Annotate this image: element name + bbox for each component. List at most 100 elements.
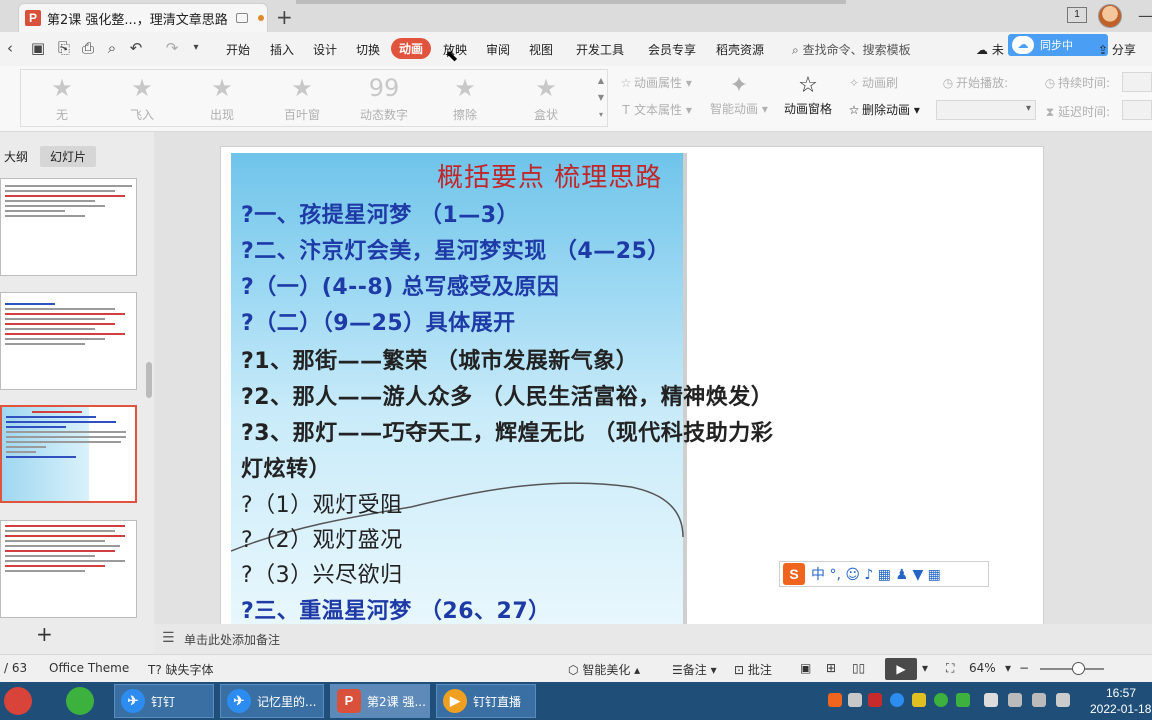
cloud-status-label: 未 [991, 43, 1004, 57]
menu-insert[interactable]: 插入 [270, 41, 294, 58]
duration-input[interactable] [1122, 72, 1152, 92]
command-search[interactable]: ⌕ 查找命令、搜索模板 [792, 41, 911, 58]
animation-pane-button[interactable]: ☆ 动画窗格 [784, 72, 832, 117]
duration-label: ◷ 持续时间: [1042, 74, 1110, 91]
taskbar-app-live[interactable]: ▶ 钉钉直播 [436, 684, 536, 718]
delay-input[interactable] [1122, 100, 1152, 120]
minimize-icon[interactable]: — [1138, 6, 1152, 25]
taskbar-app-memory[interactable]: ✈ 记忆里的... [220, 684, 324, 718]
grid-view-icon[interactable]: ⊞ [826, 661, 836, 675]
cloud-status[interactable]: ☁ 未 [976, 41, 1004, 58]
delete-animation-button[interactable]: ☆ 删除动画 ▾ [846, 101, 920, 118]
new-tab-button[interactable]: + [276, 5, 293, 29]
avatar[interactable] [1098, 4, 1122, 28]
panel-scrollbar[interactable] [146, 362, 152, 398]
slide-thumbnail-4[interactable] [0, 520, 137, 618]
sogou-tray-icon[interactable] [828, 693, 842, 707]
start-play-select[interactable]: ▾ [936, 100, 1036, 120]
text-properties-button[interactable]: T 文本属性 ▾ [618, 101, 692, 118]
device-tray-icon[interactable] [984, 693, 998, 707]
zoom-options-icon[interactable]: ▾ [1005, 661, 1011, 675]
tray-icon-5[interactable] [912, 693, 926, 707]
fit-window-icon[interactable]: ⛶ [946, 661, 954, 676]
missing-font-button[interactable]: T? 缺失字体 [148, 661, 214, 678]
tray-icon-7[interactable] [956, 693, 970, 707]
notes-placeholder[interactable]: 单击此处添加备注 [184, 631, 280, 648]
clock-time[interactable]: 16:57 [1106, 686, 1136, 700]
smart-animation-button[interactable]: ✦ 智能动画 ▾ [710, 72, 768, 117]
effect-box[interactable]: ★ 盒状 [511, 74, 581, 123]
notes-icon: ☰ [162, 630, 175, 646]
menu-design[interactable]: 设计 [313, 41, 337, 58]
notes-toggle-button[interactable]: ☰备注 ▾ [672, 661, 717, 678]
window-count-badge[interactable]: 1 [1067, 7, 1087, 23]
add-slide-button[interactable]: + [36, 622, 53, 646]
volume-muted-icon[interactable] [1008, 693, 1022, 707]
animation-brush-button[interactable]: ✧ 动画刷 [846, 74, 898, 91]
normal-view-icon[interactable]: ▣ [800, 661, 811, 675]
wipe-star-icon: ★ [454, 74, 476, 102]
zoom-slider-knob[interactable] [1072, 662, 1085, 675]
taskbar-app-presentation[interactable]: P 第2课 强... [330, 684, 430, 718]
zoom-out-icon[interactable]: − [1019, 661, 1029, 675]
slide-thumbnail-1[interactable] [0, 178, 137, 276]
ime-toolbar[interactable]: S 中 °, ☺ ♪ ▦ ♟ ▼ ▦ [779, 561, 989, 587]
brush-icon: ✧ [848, 76, 860, 90]
effect-blinds[interactable]: ★ 百叶窗 [267, 74, 337, 123]
gallery-scroll-arrows[interactable]: ▲ ▼ ▾ [597, 72, 605, 124]
export-pdf-icon[interactable]: ⎘ [56, 40, 72, 56]
search-icon: ⌕ [792, 43, 799, 57]
play-slideshow-button[interactable]: ▶ [885, 658, 917, 680]
wps-tray-icon[interactable] [868, 693, 882, 707]
quick-access-more-icon[interactable]: ▾ [188, 40, 204, 56]
signal-icon[interactable] [1056, 693, 1070, 707]
notes-bar[interactable]: ☰ 单击此处添加备注 [154, 624, 1152, 654]
effect-wipe[interactable]: ★ 擦除 [430, 74, 500, 123]
tray-icon-2[interactable] [848, 693, 862, 707]
tab-outline[interactable]: 大纲 [4, 148, 28, 165]
title-bar: P 第2课 强化整...，理清文章思路 + 1 — [0, 0, 1152, 32]
menu-home[interactable]: 开始 [226, 41, 250, 58]
ime-toolbar-icons[interactable]: 中 °, ☺ ♪ ▦ ♟ ▼ ▦ [811, 564, 941, 584]
menu-developer[interactable]: 开发工具 [576, 41, 624, 58]
menu-member[interactable]: 会员专享 [648, 41, 696, 58]
save-icon[interactable]: ▣ [30, 40, 46, 56]
effect-dynamic-number[interactable]: 99 动态数字 [349, 74, 419, 123]
current-slide[interactable]: 概括要点 梳理思路 ?一、孩提星河梦 （1—3） ?二、汴京灯会美，星河梦实现 … [220, 146, 1044, 642]
animation-properties-button[interactable]: ☆ 动画属性 ▾ [618, 74, 692, 91]
smart-beautify-button[interactable]: ⬡ 智能美化 ▴ [568, 661, 640, 678]
slide-thumbnail-2[interactable] [0, 292, 137, 390]
menu-docer[interactable]: 稻壳资源 [716, 41, 764, 58]
tray-icon-4[interactable] [890, 693, 904, 707]
effect-appear[interactable]: ★ 出现 [187, 74, 257, 123]
preview-icon[interactable]: ⌕ [104, 40, 120, 56]
comments-button[interactable]: ⊡ 批注 [734, 661, 772, 678]
effect-none[interactable]: ★ 无 [27, 74, 97, 123]
document-tab[interactable]: P 第2课 强化整...，理清文章思路 [18, 3, 268, 32]
clock-date[interactable]: 2022-01-18 [1090, 702, 1151, 716]
menu-view[interactable]: 视图 [529, 41, 553, 58]
tray-icon-6[interactable] [934, 693, 948, 707]
app-launcher-icon[interactable] [4, 687, 32, 715]
slide-canvas: 概括要点 梳理思路 ?一、孩提星河梦 （1—3） ?二、汴京灯会美，星河梦实现 … [154, 132, 1152, 642]
redo-icon[interactable]: ↷ [164, 40, 180, 56]
network-icon[interactable] [1032, 693, 1046, 707]
zoom-level[interactable]: 64% [969, 661, 996, 675]
menu-chevron-icon[interactable]: ‹ [2, 40, 18, 56]
effect-fly-in[interactable]: ★ 飞入 [107, 74, 177, 123]
reading-view-icon[interactable]: ▯▯ [852, 661, 865, 675]
undo-icon[interactable]: ↶ [128, 40, 144, 56]
share-button[interactable]: ⇪ 分享 [1098, 41, 1136, 58]
screen-icon[interactable] [235, 13, 248, 23]
menu-transition[interactable]: 切换 [356, 41, 380, 58]
taskbar-app-dingtalk[interactable]: ✈ 钉钉 [114, 684, 214, 718]
smart-animation-icon: ✦ [729, 73, 749, 98]
print-icon[interactable]: ⎙ [80, 40, 96, 56]
tab-slides[interactable]: 幻灯片 [40, 146, 97, 167]
menu-animation[interactable]: 动画 [391, 38, 432, 59]
slide-thumbnail-3[interactable] [0, 405, 137, 503]
cloud-sync-badge[interactable]: ☁ 同步中 [1008, 34, 1108, 56]
menu-review[interactable]: 审阅 [486, 41, 510, 58]
wechat-icon[interactable] [66, 687, 94, 715]
play-options-icon[interactable]: ▾ [922, 661, 928, 675]
